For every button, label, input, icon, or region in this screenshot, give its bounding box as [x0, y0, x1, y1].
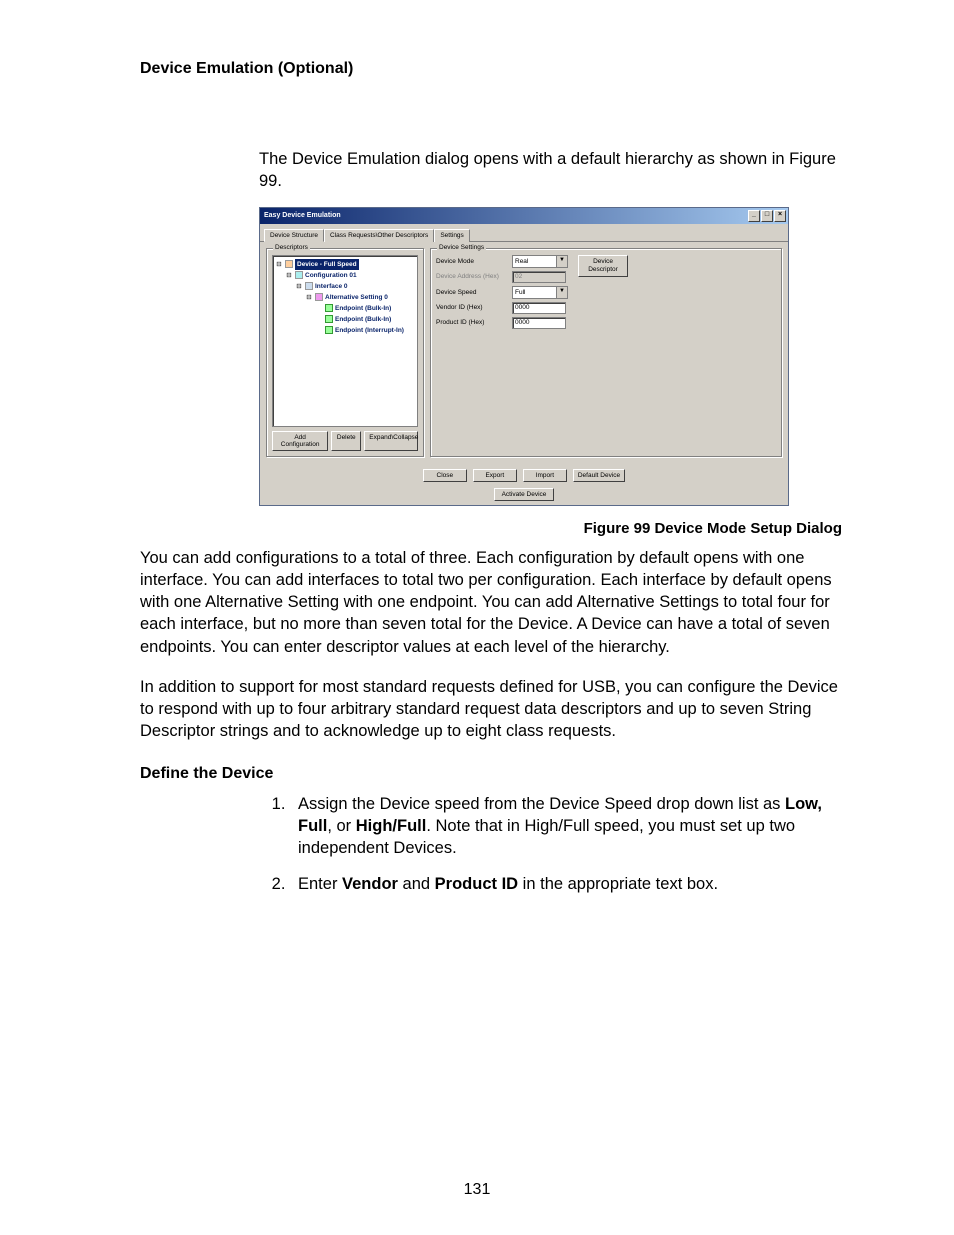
- device-icon: [285, 260, 293, 268]
- body-paragraph-2: In addition to support for most standard…: [140, 676, 842, 743]
- activate-device-button[interactable]: Activate Device: [494, 488, 554, 501]
- page-number: 131: [0, 1181, 954, 1199]
- step-2: Enter Vendor and Product ID in the appro…: [290, 873, 842, 895]
- descriptors-legend: Descriptors: [273, 244, 310, 251]
- tab-class-requests[interactable]: Class Requests\Other Descriptors: [324, 229, 434, 242]
- endpoint-icon: [325, 326, 333, 334]
- import-button[interactable]: Import: [523, 469, 567, 482]
- step-1: Assign the Device speed from the Device …: [290, 793, 842, 860]
- tree-node-endpoint[interactable]: Endpoint (Interrupt-In): [275, 325, 415, 336]
- tab-device-structure[interactable]: Device Structure: [264, 229, 324, 242]
- tab-settings[interactable]: Settings: [434, 229, 470, 242]
- device-mode-label: Device Mode: [436, 258, 506, 265]
- product-id-input[interactable]: [512, 317, 566, 329]
- default-device-button[interactable]: Default Device: [573, 469, 625, 482]
- device-emulation-dialog: Easy Device Emulation _ □ × Device Struc…: [259, 207, 789, 506]
- device-settings-legend: Device Settings: [437, 244, 486, 251]
- descriptors-group: Descriptors ⊟ Device - Full Speed ⊟ Conf…: [266, 248, 424, 457]
- configuration-icon: [295, 271, 303, 279]
- vendor-id-input[interactable]: [512, 302, 566, 314]
- device-address-input: [512, 271, 566, 283]
- export-button[interactable]: Export: [473, 469, 517, 482]
- device-speed-label: Device Speed: [436, 289, 506, 296]
- tree-node-endpoint[interactable]: Endpoint (Bulk-In): [275, 314, 415, 325]
- interface-icon: [305, 282, 313, 290]
- tabstrip: Device Structure Class Requests\Other De…: [260, 224, 788, 242]
- add-configuration-button[interactable]: Add Configuration: [272, 431, 328, 451]
- alt-setting-icon: [315, 293, 323, 301]
- device-mode-select[interactable]: Real ▼: [512, 255, 568, 268]
- tree-node-device[interactable]: ⊟ Device - Full Speed: [275, 259, 415, 270]
- chevron-down-icon: ▼: [556, 287, 567, 298]
- section-heading: Device Emulation (Optional): [140, 60, 842, 78]
- device-speed-select[interactable]: Full ▼: [512, 286, 568, 299]
- minimize-button[interactable]: _: [748, 210, 760, 222]
- dialog-bottom-button-row: Close Export Import Default Device Activ…: [260, 463, 788, 505]
- close-window-button[interactable]: ×: [774, 210, 786, 222]
- body-paragraph-1: You can add configurations to a total of…: [140, 547, 842, 658]
- steps-list: Assign the Device speed from the Device …: [290, 793, 842, 896]
- vendor-id-label: Vendor ID (Hex): [436, 304, 506, 311]
- maximize-button[interactable]: □: [761, 210, 773, 222]
- device-settings-group: Device Settings Device Mode Real ▼ Devic…: [430, 248, 782, 457]
- close-button[interactable]: Close: [423, 469, 467, 482]
- intro-paragraph: The Device Emulation dialog opens with a…: [259, 148, 842, 193]
- device-address-label: Device Address (Hex): [436, 273, 506, 280]
- product-id-label: Product ID (Hex): [436, 319, 506, 326]
- endpoint-icon: [325, 304, 333, 312]
- tree-node-endpoint[interactable]: Endpoint (Bulk-In): [275, 303, 415, 314]
- delete-button[interactable]: Delete: [331, 431, 361, 451]
- tree-node-alt-setting[interactable]: ⊟ Alternative Setting 0: [275, 292, 415, 303]
- endpoint-icon: [325, 315, 333, 323]
- descriptor-tree[interactable]: ⊟ Device - Full Speed ⊟ Configuration 01…: [272, 255, 418, 427]
- device-descriptor-button[interactable]: Device Descriptor: [578, 255, 628, 277]
- dialog-titlebar[interactable]: Easy Device Emulation _ □ ×: [260, 208, 788, 224]
- tree-node-interface[interactable]: ⊟ Interface 0: [275, 281, 415, 292]
- dialog-title: Easy Device Emulation: [264, 212, 341, 219]
- figure-caption: Figure 99 Device Mode Setup Dialog: [140, 520, 842, 537]
- define-device-heading: Define the Device: [140, 765, 842, 783]
- tree-node-configuration[interactable]: ⊟ Configuration 01: [275, 270, 415, 281]
- chevron-down-icon: ▼: [556, 256, 567, 267]
- expand-collapse-button[interactable]: Expand\Collapse: [364, 431, 418, 451]
